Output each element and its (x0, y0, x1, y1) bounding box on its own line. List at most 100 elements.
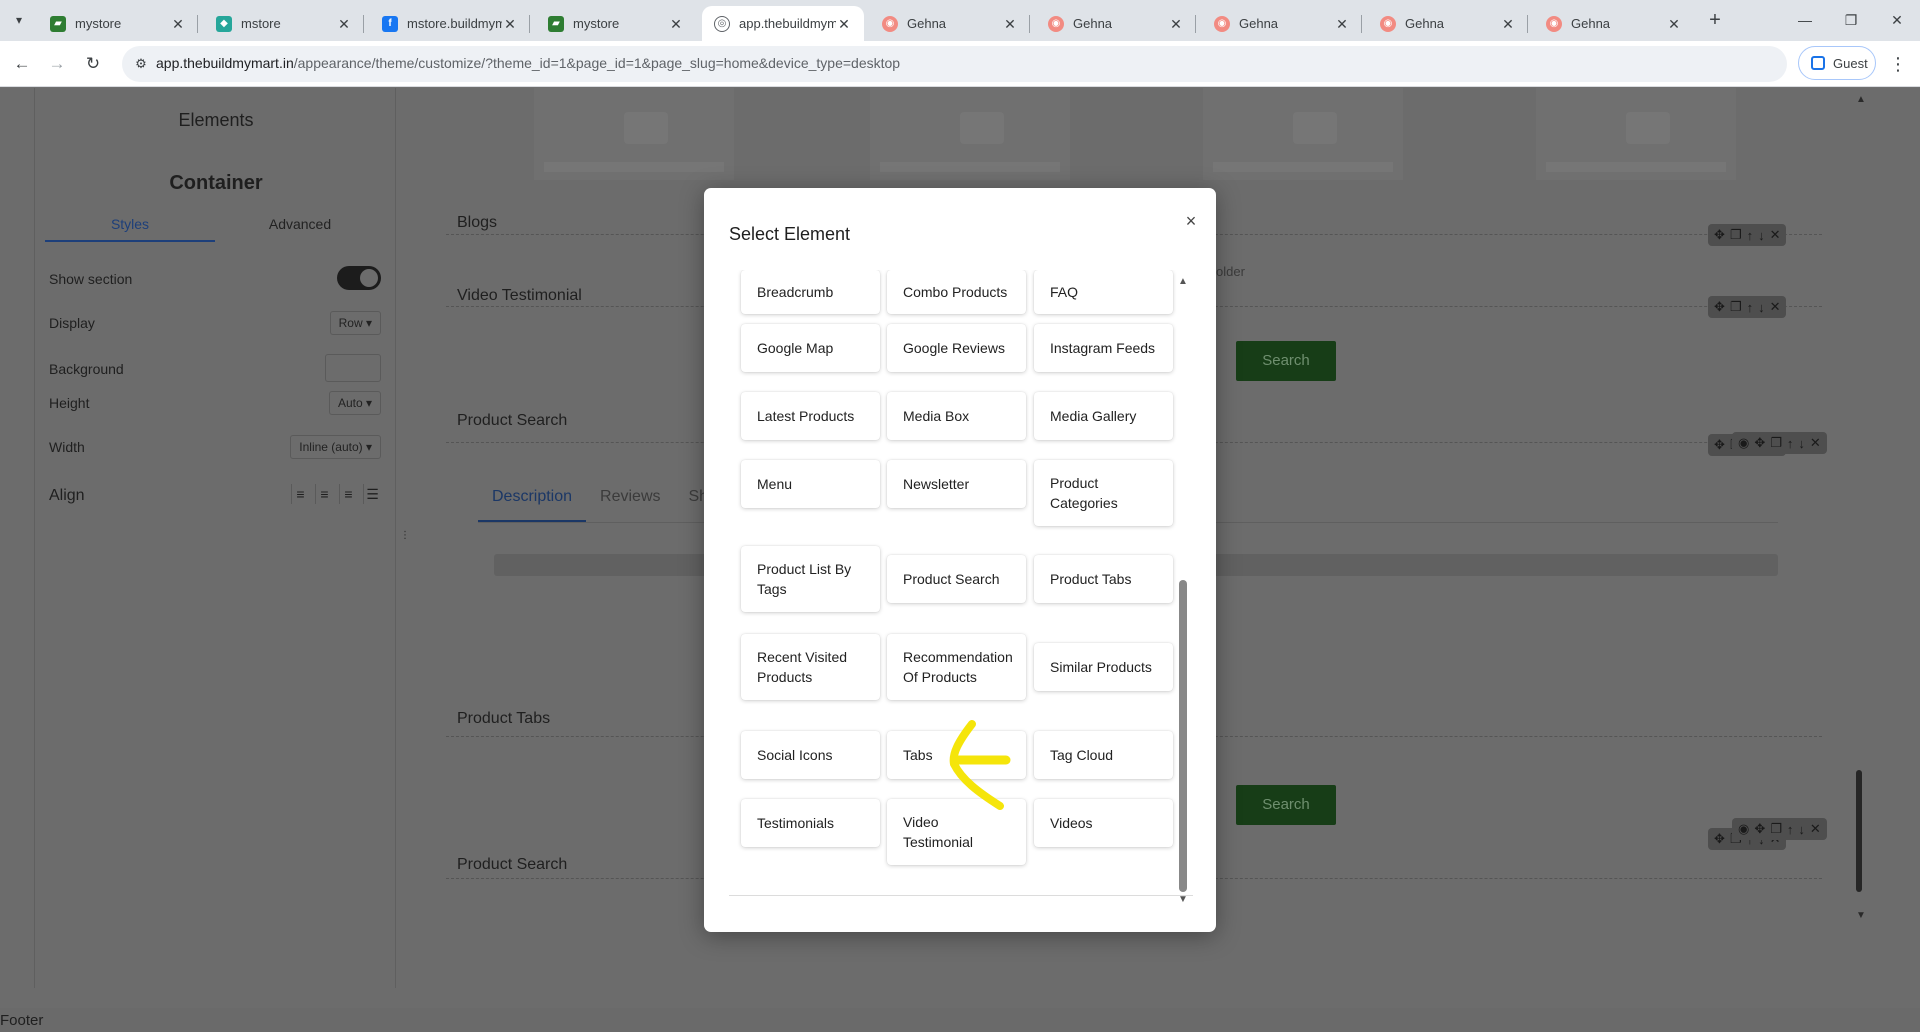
element-card-instagram-feeds[interactable]: Instagram Feeds (1034, 324, 1173, 372)
element-card-media-gallery[interactable]: Media Gallery (1034, 392, 1173, 440)
element-card-tag-cloud[interactable]: Tag Cloud (1034, 731, 1173, 779)
element-card-product-categories[interactable]: Product Categories (1034, 460, 1173, 526)
element-card-combo-products[interactable]: Combo Products (887, 270, 1026, 314)
reload-icon[interactable]: ↻ (79, 50, 107, 78)
section-controls[interactable]: ✥ ❐ ↑ ↓ ✕ (1708, 224, 1787, 246)
tab-close-icon[interactable]: ✕ (502, 16, 518, 32)
move-down-icon[interactable]: ↓ (1758, 228, 1765, 243)
move-icon[interactable]: ✥ (1754, 435, 1765, 451)
move-icon[interactable]: ✥ (1754, 821, 1765, 837)
tab-close-icon[interactable]: ✕ (1002, 16, 1018, 32)
element-card-social-icons[interactable]: Social Icons (741, 731, 880, 779)
tab-close-icon[interactable]: ✕ (836, 16, 852, 32)
align-left-icon[interactable]: ≡ (291, 484, 309, 504)
search-button[interactable]: Search (1236, 341, 1336, 381)
element-card-faq[interactable]: FAQ (1034, 270, 1173, 314)
new-tab-plus-icon[interactable]: + (1703, 9, 1727, 33)
move-icon[interactable]: ✥ (1714, 437, 1725, 453)
modal-scroll-up-icon[interactable]: ▲ (1177, 276, 1189, 288)
address-bar[interactable]: ⚙ app.thebuildmymart.in/appearance/theme… (122, 46, 1787, 82)
element-card-product-tabs[interactable]: Product Tabs (1034, 555, 1173, 603)
section-controls[interactable]: ◉ ✥ ❐ ↑ ↓ ✕ (1732, 432, 1827, 454)
align-right-icon[interactable]: ≡ (339, 484, 357, 504)
element-card-product-list-by-tags[interactable]: Product List By Tags (741, 546, 880, 612)
browser-tab[interactable]: ◉ Gehna ✕ (1036, 6, 1196, 41)
element-card-videos[interactable]: Videos (1034, 799, 1173, 847)
move-icon[interactable]: ✥ (1714, 227, 1725, 243)
move-down-icon[interactable]: ↓ (1798, 822, 1805, 837)
modal-scrollbar-thumb[interactable] (1179, 580, 1187, 892)
section-controls[interactable]: ◉ ✥ ❐ ↑ ↓ ✕ (1732, 818, 1827, 840)
height-select[interactable]: Auto ▾ (328, 391, 381, 415)
section-controls[interactable]: ✥ ❐ ↑ ↓ ✕ (1708, 296, 1787, 318)
tab-advanced[interactable]: Advanced (215, 206, 385, 242)
move-down-icon[interactable]: ↓ (1798, 436, 1805, 451)
element-card-video-testimonial[interactable]: Video Testimonial (887, 799, 1026, 865)
browser-tab[interactable]: ◉ Gehna ✕ (870, 6, 1030, 41)
minimize-icon[interactable]: — (1790, 8, 1820, 32)
copy-icon[interactable]: ❐ (1770, 435, 1782, 451)
move-icon[interactable]: ✥ (1714, 299, 1725, 315)
site-info-icon[interactable]: ⚙ (132, 55, 150, 73)
browser-tab[interactable]: ◉ Gehna ✕ (1534, 6, 1694, 41)
element-card-newsletter[interactable]: Newsletter (887, 460, 1026, 508)
element-card-product-search[interactable]: Product Search (887, 555, 1026, 603)
element-card-menu[interactable]: Menu (741, 460, 880, 508)
element-card-media-box[interactable]: Media Box (887, 392, 1026, 440)
browser-tab[interactable]: f mstore.buildmym ✕ (370, 6, 530, 41)
element-card-latest-products[interactable]: Latest Products (741, 392, 880, 440)
copy-icon[interactable]: ❐ (1730, 227, 1742, 243)
move-up-icon[interactable]: ↑ (1787, 436, 1794, 451)
show-section-toggle[interactable] (337, 266, 381, 290)
element-card-breadcrumb[interactable]: Breadcrumb (741, 270, 880, 314)
canvas-scrollbar[interactable] (1856, 770, 1862, 892)
forward-arrow-icon[interactable]: → (43, 50, 71, 78)
restore-icon[interactable]: ❐ (1836, 8, 1866, 32)
tab-close-icon[interactable]: ✕ (1168, 16, 1184, 32)
modal-scroll-down-icon[interactable]: ▼ (1177, 894, 1189, 906)
browser-tab[interactable]: ▰ mystore ✕ (38, 6, 198, 41)
copy-icon[interactable]: ❐ (1730, 299, 1742, 315)
panel-resize-handle-icon[interactable]: ⋮ (400, 530, 410, 541)
browser-tab[interactable]: ◉ Gehna ✕ (1202, 6, 1362, 41)
browser-tab[interactable]: ▰ mystore ✕ (536, 6, 696, 41)
tab-close-icon[interactable]: ✕ (336, 16, 352, 32)
tab-search-chevron-icon[interactable]: ▾ (6, 8, 32, 32)
element-card-recommendation-of-products[interactable]: Recommendation Of Products (887, 634, 1026, 700)
desc-tab-description[interactable]: Description (492, 488, 572, 506)
delete-icon[interactable]: ✕ (1810, 435, 1821, 451)
modal-close-icon[interactable]: × (1180, 210, 1202, 232)
background-color-swatch[interactable] (325, 354, 381, 382)
width-select[interactable]: Inline (auto) ▾ (290, 435, 381, 459)
element-card-recent-visited-products[interactable]: Recent Visited Products (741, 634, 880, 700)
tab-styles[interactable]: Styles (45, 206, 215, 242)
tab-close-icon[interactable]: ✕ (668, 16, 684, 32)
delete-icon[interactable]: ✕ (1770, 299, 1781, 315)
canvas-scroll-down-icon[interactable]: ▼ (1856, 910, 1866, 921)
element-card-google-reviews[interactable]: Google Reviews (887, 324, 1026, 372)
element-card-similar-products[interactable]: Similar Products (1034, 643, 1173, 691)
tab-close-icon[interactable]: ✕ (1666, 16, 1682, 32)
tab-close-icon[interactable]: ✕ (1334, 16, 1350, 32)
window-close-icon[interactable]: ✕ (1882, 8, 1912, 32)
browser-menu-icon[interactable]: ⋮ (1886, 50, 1910, 78)
display-select[interactable]: Row ▾ (329, 311, 381, 335)
browser-tab[interactable]: ◆ mstore ✕ (204, 6, 364, 41)
element-card-testimonials[interactable]: Testimonials (741, 799, 880, 847)
delete-icon[interactable]: ✕ (1810, 821, 1821, 837)
tab-close-icon[interactable]: ✕ (170, 16, 186, 32)
back-arrow-icon[interactable]: ← (8, 50, 36, 78)
eye-icon[interactable]: ◉ (1738, 821, 1749, 837)
move-icon[interactable]: ✥ (1714, 831, 1725, 847)
align-center-icon[interactable]: ≡ (315, 484, 333, 504)
align-justify-icon[interactable]: ☰ (363, 484, 381, 504)
browser-tab[interactable]: ◉ Gehna ✕ (1368, 6, 1528, 41)
tab-close-icon[interactable]: ✕ (1500, 16, 1516, 32)
desc-tab-reviews[interactable]: Reviews (600, 488, 660, 506)
move-up-icon[interactable]: ↑ (1747, 300, 1754, 315)
copy-icon[interactable]: ❐ (1770, 821, 1782, 837)
element-card-tabs[interactable]: Tabs (887, 731, 1026, 779)
move-down-icon[interactable]: ↓ (1758, 300, 1765, 315)
element-card-google-map[interactable]: Google Map (741, 324, 880, 372)
search-button[interactable]: Search (1236, 785, 1336, 825)
